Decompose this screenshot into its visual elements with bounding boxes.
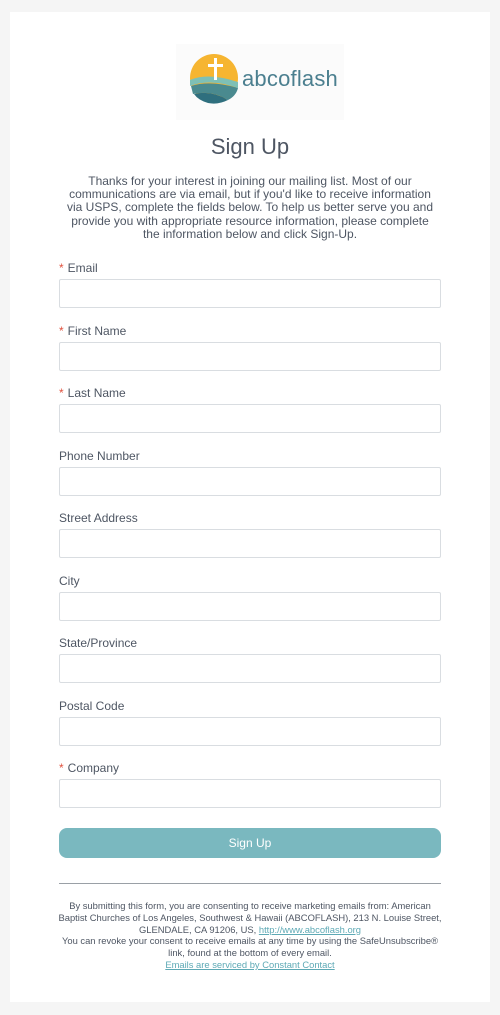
postal-code-field-group: Postal Code — [59, 699, 441, 746]
consent-footer: By submitting this form, you are consent… — [55, 900, 445, 971]
consent-text: By submitting this form, you are consent… — [58, 900, 442, 935]
last-name-field-group: * Last Name — [59, 386, 441, 433]
revoke-text: You can revoke your consent to receive e… — [61, 935, 439, 959]
constant-contact-link[interactable]: Emails are serviced by Constant Contact — [165, 959, 334, 970]
email-label: * Email — [59, 261, 441, 279]
first-name-field-group: * First Name — [59, 324, 441, 371]
email-input[interactable] — [59, 279, 441, 308]
city-label-text: City — [59, 573, 80, 588]
phone-number-label: Phone Number — [59, 449, 441, 467]
phone-number-field-group: Phone Number — [59, 449, 441, 496]
city-label: City — [59, 574, 441, 592]
phone-number-label-text: Phone Number — [59, 448, 140, 463]
postal-code-input[interactable] — [59, 716, 441, 746]
state-province-label-text: State/Province — [59, 636, 138, 650]
last-name-input[interactable] — [59, 404, 441, 433]
company-field-group: * Company — [59, 761, 441, 808]
street-address-label-text: Street Address — [59, 511, 138, 525]
email-label-text: Email — [67, 261, 98, 275]
company-label: * Company — [59, 761, 441, 779]
state-province-label: State/Province — [59, 636, 441, 654]
first-name-input[interactable] — [59, 341, 441, 371]
first-name-label-text: First Name — [67, 323, 127, 338]
first-name-label: * First Name — [59, 324, 441, 342]
city-field-group: City — [59, 574, 441, 621]
signup-card: abcoflash Sign Up Thanks for your intere… — [10, 12, 490, 1002]
company-label-text: Company — [67, 761, 120, 775]
required-marker: * — [59, 386, 64, 400]
footer-divider — [59, 883, 441, 884]
cross-logo-icon — [190, 54, 238, 104]
email-field-group: * Email — [59, 261, 441, 308]
state-province-field-group: State/Province — [59, 636, 441, 683]
postal-code-label-text: Postal Code — [59, 698, 125, 713]
intro-text: Thanks for your interest in joining our … — [67, 174, 433, 241]
brand-logo: abcoflash — [176, 44, 344, 120]
street-address-input[interactable] — [59, 529, 441, 558]
street-address-label: Street Address — [59, 511, 441, 529]
postal-code-label: Postal Code — [59, 699, 441, 717]
page-title: Sign Up — [210, 134, 290, 159]
required-marker: * — [59, 761, 64, 775]
city-input[interactable] — [59, 591, 441, 621]
last-name-label-text: Last Name — [67, 386, 126, 400]
required-marker: * — [59, 261, 64, 275]
last-name-label: * Last Name — [59, 386, 441, 404]
sign-up-button[interactable]: Sign Up — [59, 828, 441, 858]
state-province-input[interactable] — [59, 654, 441, 683]
brand-name: abcoflash — [242, 66, 338, 91]
street-address-field-group: Street Address — [59, 511, 441, 558]
required-marker: * — [59, 323, 64, 338]
website-link[interactable]: http://www.abcoflash.org — [259, 924, 361, 935]
phone-number-input[interactable] — [59, 466, 441, 496]
company-input[interactable] — [59, 779, 441, 808]
